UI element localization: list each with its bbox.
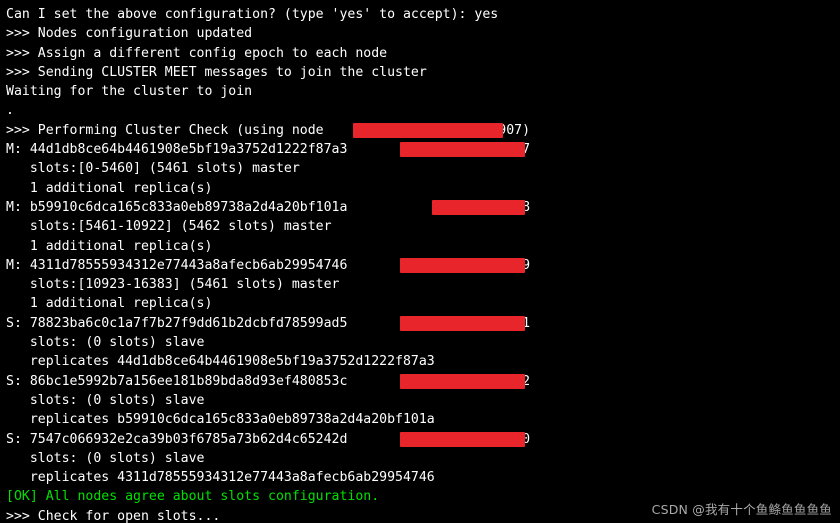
redaction-bar	[353, 122, 503, 138]
terminal-line: slots:[5461-10922] (5462 slots) master	[6, 217, 834, 236]
watermark-prefix: CSDN @我有十个鱼	[651, 502, 769, 517]
terminal-line: S: 86bc1e5992b7a156ee181b89bda8d93ef4808…	[6, 372, 834, 391]
terminal-line-text: Can I set the above configuration? (type…	[6, 7, 499, 22]
terminal-line: M: b59910c6dca165c833a0eb89738a2d4a20bf1…	[6, 198, 834, 217]
terminal-line-text: >>> Check for open slots...	[6, 508, 221, 523]
terminal-line-text: slots: (0 slots) slave	[6, 392, 205, 408]
terminal-line: 1 additional replica(s)	[6, 237, 834, 256]
terminal-line: slots: (0 slots) slave	[6, 333, 834, 352]
terminal-line-text: replicates 4311d78555934312e77443a8afecb…	[6, 470, 435, 486]
redaction-bar	[400, 257, 525, 273]
terminal-line-text: 1 additional replica(s)	[6, 296, 213, 312]
terminal-line: >>> Performing Cluster Check (using node…	[6, 121, 834, 140]
terminal-line-text: slots:[10923-16383] (5461 slots) master	[6, 277, 340, 293]
terminal-line: replicates 4311d78555934312e77443a8afecb…	[6, 468, 834, 487]
redaction-bar	[432, 199, 525, 215]
terminal-line: 1 additional replica(s)	[6, 179, 834, 198]
terminal-line-text: >>> Assign a different config epoch to e…	[6, 45, 388, 61]
terminal-line-text: >>> Sending CLUSTER MEET messages to joi…	[6, 64, 427, 80]
terminal-line: M: 4311d78555934312e77443a8afecb6ab29954…	[6, 256, 834, 275]
terminal-line-text: >>> Nodes configuration updated	[6, 26, 253, 42]
terminal-window[interactable]: Can I set the above configuration? (type…	[0, 0, 840, 523]
terminal-line: slots:[0-5460] (5461 slots) master	[6, 159, 834, 178]
terminal-line-text: Waiting for the cluster to join	[6, 84, 253, 100]
terminal-line: >>> Assign a different config epoch to e…	[6, 44, 834, 63]
terminal-line-text: slots: (0 slots) slave	[6, 450, 205, 466]
terminal-line: slots:[10923-16383] (5461 slots) master	[6, 275, 834, 294]
terminal-line: M: 44d1db8ce64b4461908e5bf19a3752d1222f8…	[6, 140, 834, 159]
redaction-bar	[400, 315, 525, 331]
redaction-bar	[400, 431, 525, 447]
terminal-line-text: 1 additional replica(s)	[6, 238, 213, 254]
terminal-line-text: slots:[0-5460] (5461 slots) master	[6, 161, 300, 177]
terminal-line: replicates b59910c6dca165c833a0eb89738a2…	[6, 410, 834, 429]
terminal-line-text: replicates 44d1db8ce64b4461908e5bf19a375…	[6, 354, 435, 370]
terminal-line: >>> Sending CLUSTER MEET messages to joi…	[6, 63, 834, 82]
terminal-line: S: 7547c066932e2ca39b03f6785a73b62d4c652…	[6, 430, 834, 449]
terminal-line-text: .	[6, 103, 14, 119]
terminal-line: replicates 44d1db8ce64b4461908e5bf19a375…	[6, 352, 834, 371]
redaction-bar	[400, 373, 525, 389]
terminal-line-text: slots: (0 slots) slave	[6, 335, 205, 351]
terminal-line-text: slots:[5461-10922] (5462 slots) master	[6, 219, 332, 235]
redaction-bar	[400, 142, 525, 158]
terminal-line: >>> Nodes configuration updated	[6, 24, 834, 43]
terminal-line-text: [OK] All nodes agree about slots configu…	[6, 489, 380, 505]
terminal-line: Can I set the above configuration? (type…	[6, 5, 834, 24]
terminal-line-text: replicates b59910c6dca165c833a0eb89738a2…	[6, 412, 435, 428]
terminal-line: S: 78823ba6c0c1a7f7b27f9dd61b2dcbfd78599…	[6, 314, 834, 333]
terminal-line: slots: (0 slots) slave	[6, 449, 834, 468]
terminal-output: Can I set the above configuration? (type…	[0, 0, 840, 523]
terminal-line: slots: (0 slots) slave	[6, 391, 834, 410]
terminal-line-text: 1 additional replica(s)	[6, 180, 213, 196]
watermark-suffix: 鲦鱼鱼鱼鱼	[768, 502, 832, 517]
terminal-line: 1 additional replica(s)	[6, 294, 834, 313]
terminal-line: Waiting for the cluster to join	[6, 82, 834, 101]
watermark: CSDN @我有十个鱼鲦鱼鱼鱼鱼	[652, 499, 832, 518]
terminal-line: .	[6, 101, 834, 120]
